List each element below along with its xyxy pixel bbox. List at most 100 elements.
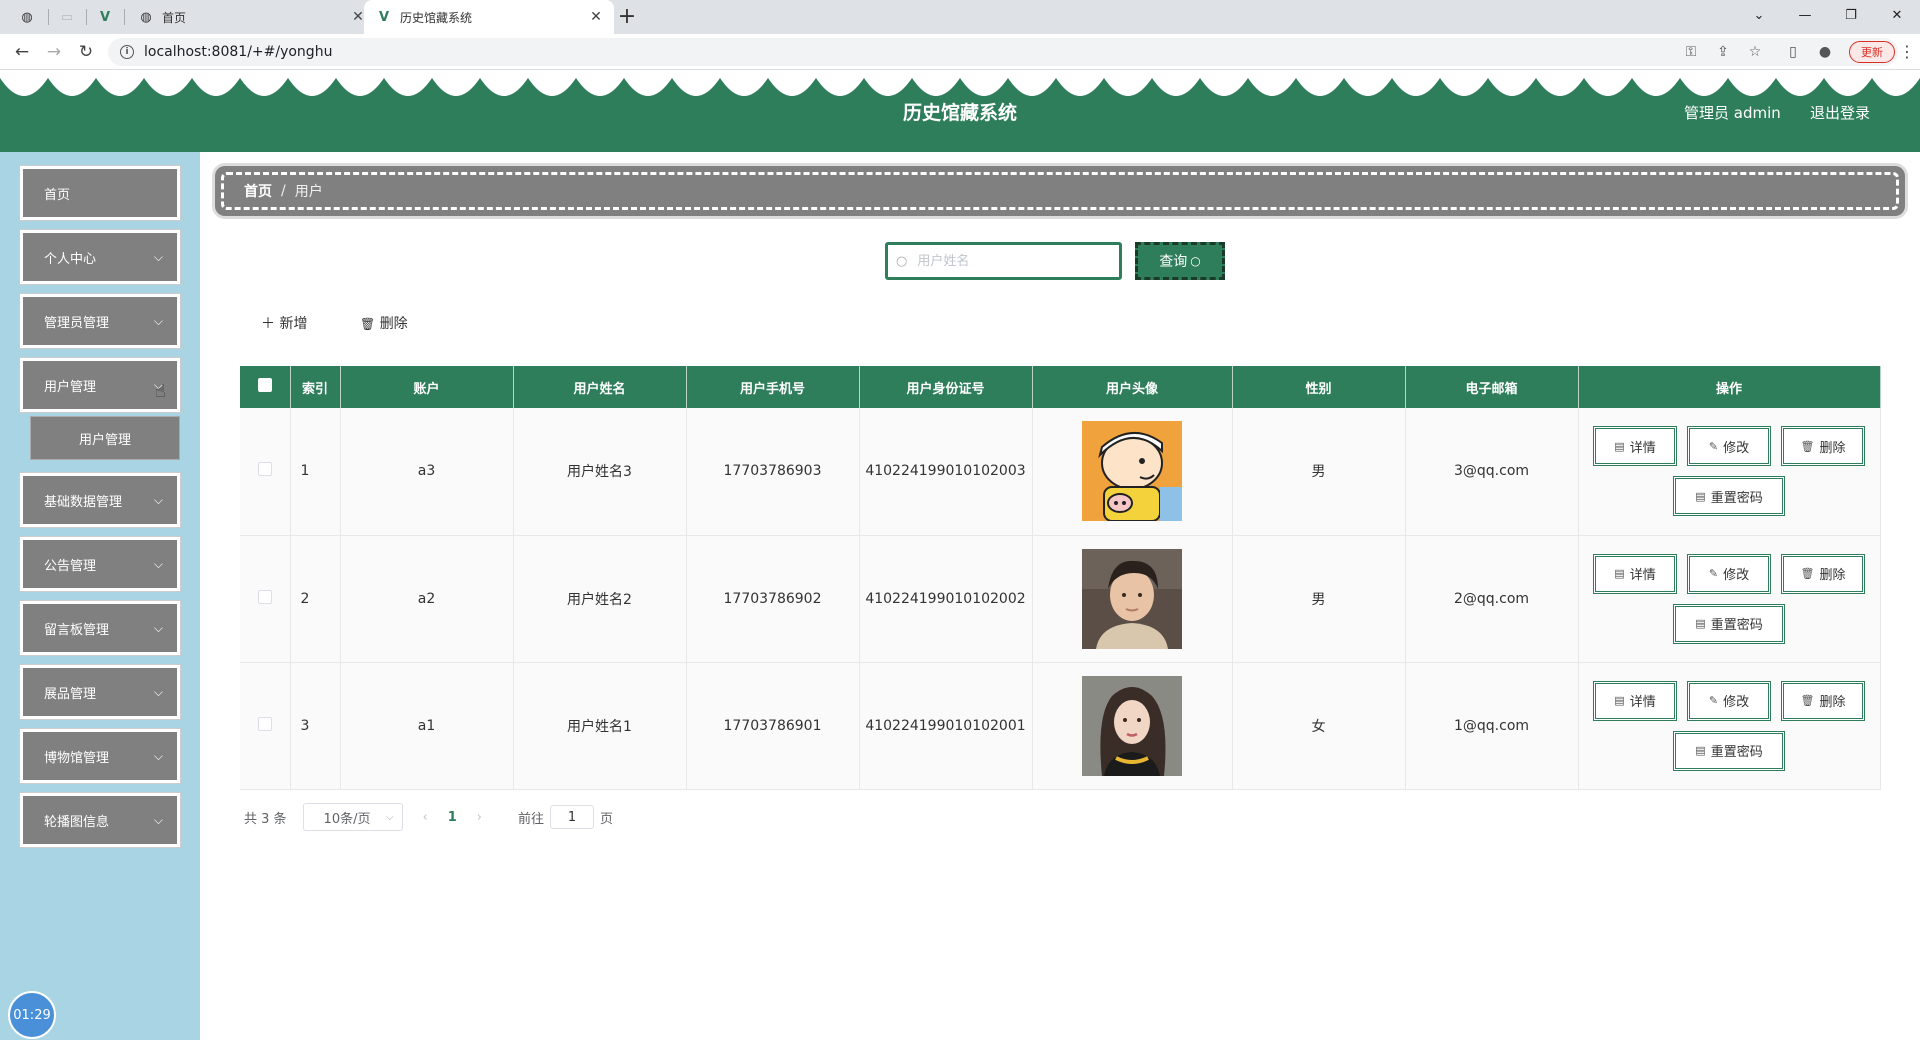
tab-home[interactable]: ◍ 首页 ✕ bbox=[126, 0, 376, 34]
name-cell: 用户姓名1 bbox=[513, 662, 687, 790]
profile-icon[interactable]: ● bbox=[1814, 42, 1836, 62]
chevron-down-icon: ⌵ bbox=[153, 813, 163, 827]
url-text: localhost:8081/+#/yonghu bbox=[144, 44, 333, 60]
column-header: 用户手机号 bbox=[686, 366, 860, 408]
page-size-select[interactable]: 10条/页 ⌵ bbox=[302, 803, 403, 831]
row-checkbox[interactable] bbox=[257, 589, 272, 604]
trash-icon: 🗑 bbox=[360, 317, 376, 331]
sidebar-item-home[interactable]: 首页 bbox=[20, 166, 180, 220]
pinned-tab-3[interactable]: V bbox=[88, 0, 122, 34]
tab-history-system[interactable]: V 历史馆藏系统 ✕ bbox=[364, 0, 614, 34]
tab-title: 历史馆藏系统 bbox=[400, 10, 473, 25]
sidebar-item-admin-management[interactable]: 管理员管理 ⌵ bbox=[20, 294, 180, 348]
sidebar-item-label: 博物馆管理 bbox=[44, 750, 110, 766]
batch-delete-button[interactable]: 🗑 删除 bbox=[360, 313, 408, 333]
minimize-button[interactable]: — bbox=[1782, 0, 1828, 30]
tab-search-button[interactable]: ⌄ bbox=[1736, 0, 1782, 30]
edit-button[interactable]: ✎ 修改 bbox=[1687, 680, 1771, 721]
actions-cell: ▤ 详情 ✎ 修改 🗑 删除 ▤ 重置密码 bbox=[1578, 408, 1881, 536]
sidebar-item-basic-data-management[interactable]: 基础数据管理 ⌵ bbox=[20, 473, 180, 527]
add-button[interactable]: ＋ 新增 bbox=[261, 313, 307, 333]
goto-page-input[interactable]: 1 bbox=[550, 805, 595, 829]
sidebar-item-label: 管理员管理 bbox=[44, 315, 110, 331]
plus-icon: ＋ bbox=[261, 316, 275, 332]
browser-tab-bar: ◍ ▭ V ◍ 首页 ✕ V 历史馆藏系统 ✕ + ⌄ — ❐ ✕ bbox=[0, 0, 1920, 34]
back-button[interactable]: ← bbox=[8, 38, 36, 66]
sidebar-item-message-board-management[interactable]: 留言板管理 ⌵ bbox=[20, 601, 180, 655]
search-field-wrapper: ○ bbox=[885, 242, 1122, 280]
chevron-down-icon: ⌵ bbox=[153, 250, 163, 264]
young-man-photo-avatar bbox=[1082, 548, 1182, 649]
query-button[interactable]: 查询 ○ bbox=[1135, 242, 1225, 280]
new-tab-button[interactable]: + bbox=[614, 4, 640, 30]
sidebar bbox=[0, 152, 200, 1040]
breadcrumb-inner: 首页 / 用户 bbox=[221, 172, 1899, 210]
email-cell: 3@qq.com bbox=[1405, 408, 1579, 536]
edit-icon: ✎ bbox=[1708, 694, 1719, 707]
index-cell: 2 bbox=[290, 535, 341, 663]
breadcrumb-home-link[interactable]: 首页 bbox=[244, 181, 272, 201]
breadcrumb-current: 用户 bbox=[294, 184, 323, 200]
search-icon: ○ bbox=[1190, 254, 1201, 268]
detail-button[interactable]: ▤ 详情 bbox=[1593, 553, 1677, 594]
delete-button[interactable]: 🗑 删除 bbox=[1781, 426, 1865, 467]
window-close-button[interactable]: ✕ bbox=[1874, 0, 1920, 30]
row-checkbox[interactable] bbox=[257, 462, 272, 477]
sidebar-item-carousel-info[interactable]: 轮播图信息 ⌵ bbox=[20, 793, 180, 847]
detail-button-label: 详情 bbox=[1629, 568, 1656, 583]
cartoon-boy-avatar bbox=[1082, 421, 1182, 522]
forward-button[interactable]: → bbox=[40, 38, 68, 66]
column-header: 操作 bbox=[1578, 366, 1881, 408]
update-button[interactable]: 更新 bbox=[1849, 41, 1895, 63]
edit-icon: ✎ bbox=[1708, 439, 1719, 453]
pinned-tab-2[interactable]: ▭ bbox=[50, 0, 84, 34]
sidebar-item-exhibit-management[interactable]: 展品管理 ⌵ bbox=[20, 665, 180, 719]
bookmark-star-icon[interactable]: ☆ bbox=[1744, 42, 1766, 62]
timer-badge[interactable]: 01:29 bbox=[8, 991, 56, 1039]
sidebar-item-notice-management[interactable]: 公告管理 ⌵ bbox=[20, 537, 180, 591]
column-header: 用户身份证号 bbox=[859, 366, 1033, 408]
gender-cell: 女 bbox=[1232, 662, 1406, 790]
select-all-checkbox[interactable] bbox=[257, 378, 272, 392]
reload-button[interactable]: ↻ bbox=[72, 38, 100, 66]
reset-password-button[interactable]: ▤ 重置密码 bbox=[1673, 476, 1785, 517]
column-header: 用户头像 bbox=[1032, 366, 1233, 408]
sidebar-item-personal-center[interactable]: 个人中心 ⌵ bbox=[20, 230, 180, 284]
detail-button[interactable]: ▤ 详情 bbox=[1593, 680, 1677, 721]
chevron-down-icon: ⌵ bbox=[153, 314, 163, 328]
globe-icon: ◍ bbox=[140, 9, 152, 25]
next-page-button[interactable]: › bbox=[477, 810, 482, 825]
chevron-down-icon: ⌵ bbox=[153, 493, 163, 507]
reset-password-button[interactable]: ▤ 重置密码 bbox=[1673, 730, 1785, 771]
avatar-cell bbox=[1032, 662, 1233, 790]
column-header: 账户 bbox=[340, 366, 514, 408]
side-panel-icon[interactable]: ▯ bbox=[1782, 42, 1804, 62]
id-card-cell: 410224199010102003 bbox=[859, 408, 1033, 536]
row-checkbox[interactable] bbox=[257, 716, 272, 731]
share-icon[interactable]: ⇪ bbox=[1712, 42, 1734, 62]
user-name-search-input[interactable] bbox=[915, 252, 1096, 270]
detail-button[interactable]: ▤ 详情 bbox=[1593, 426, 1677, 467]
more-menu-icon[interactable]: ⋮ bbox=[1899, 42, 1915, 61]
phone-cell: 17703786902 bbox=[686, 535, 860, 663]
table-row: 1 a3 用户姓名3 17703786903 41022419901010200… bbox=[240, 408, 1881, 536]
reset-password-button[interactable]: ▤ 重置密码 bbox=[1673, 603, 1785, 644]
submenu-item-user-management[interactable]: 用户管理 bbox=[30, 416, 180, 460]
sidebar-item-museum-management[interactable]: 博物馆管理 ⌵ bbox=[20, 729, 180, 783]
close-icon: ✕ bbox=[1891, 7, 1903, 23]
close-icon[interactable]: ✕ bbox=[586, 9, 606, 25]
edit-button[interactable]: ✎ 修改 bbox=[1687, 553, 1771, 594]
restore-button[interactable]: ❐ bbox=[1828, 0, 1874, 30]
edit-button[interactable]: ✎ 修改 bbox=[1687, 426, 1771, 467]
chevron-down-icon: ⌵ bbox=[153, 749, 163, 763]
pinned-tab-1[interactable]: ◍ bbox=[10, 0, 44, 34]
key-icon[interactable]: ⚿ bbox=[1680, 42, 1702, 62]
chevron-down-icon: ⌵ bbox=[153, 685, 163, 699]
logout-link[interactable]: 退出登录 bbox=[1810, 102, 1870, 123]
chevron-down-icon: ⌄ bbox=[1753, 7, 1765, 23]
page-number-current[interactable]: 1 bbox=[448, 810, 457, 825]
delete-button[interactable]: 🗑 删除 bbox=[1781, 680, 1865, 721]
prev-page-button[interactable]: ‹ bbox=[423, 810, 428, 825]
delete-button[interactable]: 🗑 删除 bbox=[1781, 553, 1865, 594]
url-field[interactable]: i localhost:8081/+#/yonghu bbox=[108, 38, 1898, 66]
